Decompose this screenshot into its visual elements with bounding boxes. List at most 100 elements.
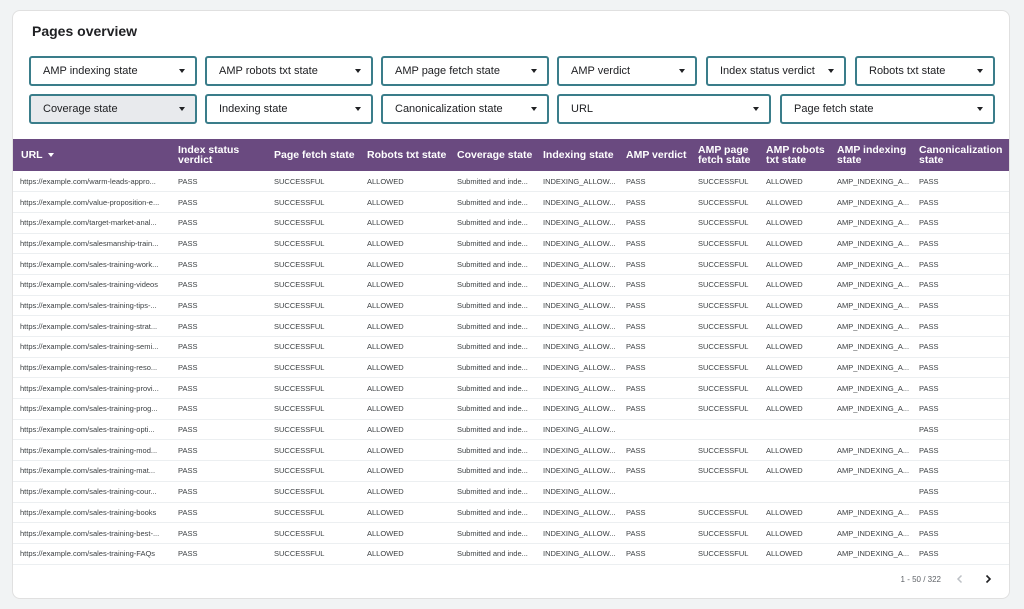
cell-index-status-verdict: PASS	[174, 439, 270, 462]
cell-amp-page-fetch-state: SUCCESSFUL	[694, 357, 762, 379]
table-row[interactable]: https://example.com/sales-training-strat…	[13, 315, 1009, 337]
cell-url[interactable]: https://example.com/sales-training-best-…	[13, 522, 174, 544]
table-row[interactable]: https://example.com/sales-training-work.…	[13, 253, 1009, 275]
filter-index-status-verdict[interactable]: Index status verdict	[706, 56, 846, 86]
cell-url[interactable]: https://example.com/sales-training-work.…	[13, 253, 174, 275]
column-header-canonicalization-state[interactable]: Canonicalization state	[915, 139, 1009, 171]
filter-amp-robots-txt-state[interactable]: AMP robots txt state	[205, 56, 373, 86]
cell-amp-verdict: PASS	[622, 274, 694, 296]
table-row[interactable]: https://example.com/value-proposition-e.…	[13, 191, 1009, 213]
filter-page-fetch-state[interactable]: Page fetch state	[780, 94, 995, 124]
filter-url[interactable]: URL	[557, 94, 771, 124]
cell-amp-page-fetch-state: SUCCESSFUL	[694, 233, 762, 255]
cell-url[interactable]: https://example.com/target-market-anal..…	[13, 212, 174, 234]
filter-canonicalization-state[interactable]: Canonicalization state	[381, 94, 549, 124]
table-row[interactable]: https://example.com/sales-training-mat..…	[13, 460, 1009, 482]
column-header-amp-robots-txt-state[interactable]: AMP robots txt state	[762, 139, 833, 171]
table-row[interactable]: https://example.com/sales-training-reso.…	[13, 357, 1009, 379]
cell-amp-page-fetch-state: SUCCESSFUL	[694, 191, 762, 213]
cell-amp-verdict: PASS	[622, 233, 694, 255]
cell-robots-txt-state: ALLOWED	[363, 295, 453, 317]
column-header-amp-verdict[interactable]: AMP verdict	[622, 139, 694, 171]
cell-amp-verdict: PASS	[622, 253, 694, 275]
cell-index-status-verdict: PASS	[174, 481, 270, 503]
cell-url[interactable]: https://example.com/sales-training-books	[13, 502, 174, 524]
cell-robots-txt-state: ALLOWED	[363, 460, 453, 482]
cell-robots-txt-state: ALLOWED	[363, 522, 453, 544]
filter-label: Page fetch state	[794, 103, 874, 115]
table-row[interactable]: https://example.com/salesmanship-train..…	[13, 233, 1009, 255]
cell-url[interactable]: https://example.com/sales-training-video…	[13, 274, 174, 296]
cell-amp-robots-txt-state: ALLOWED	[762, 543, 833, 565]
cell-amp-page-fetch-state: SUCCESSFUL	[694, 460, 762, 482]
table-row[interactable]: https://example.com/sales-training-prog.…	[13, 398, 1009, 420]
column-header-indexing-state[interactable]: Indexing state	[539, 139, 622, 171]
table-row[interactable]: https://example.com/sales-training-tips-…	[13, 295, 1009, 317]
cell-amp-robots-txt-state	[762, 481, 833, 503]
filter-amp-verdict[interactable]: AMP verdict	[557, 56, 697, 86]
table-row[interactable]: https://example.com/sales-training-opti.…	[13, 419, 1009, 441]
cell-amp-verdict: PASS	[622, 439, 694, 462]
cell-url[interactable]: https://example.com/sales-training-strat…	[13, 315, 174, 337]
cell-url[interactable]: https://example.com/sales-training-mod..…	[13, 439, 174, 462]
table-row[interactable]: https://example.com/target-market-anal..…	[13, 212, 1009, 234]
table-row[interactable]: https://example.com/sales-training-books…	[13, 502, 1009, 524]
cell-url[interactable]: https://example.com/sales-training-opti.…	[13, 419, 174, 441]
cell-index-status-verdict: PASS	[174, 336, 270, 358]
filter-coverage-state[interactable]: Coverage state	[29, 94, 197, 124]
filter-amp-page-fetch-state[interactable]: AMP page fetch state	[381, 56, 549, 86]
table-row[interactable]: https://example.com/sales-training-provi…	[13, 377, 1009, 400]
filter-label: Indexing state	[219, 103, 288, 115]
sort-desc-icon[interactable]	[47, 153, 54, 158]
pages-overview-card: Pages overview AMP indexing state AMP rob…	[12, 10, 1010, 599]
cell-url[interactable]: https://example.com/value-proposition-e.…	[13, 191, 174, 213]
cell-indexing-state: INDEXING_ALLOW...	[539, 419, 622, 441]
table-row[interactable]: https://example.com/sales-training-video…	[13, 274, 1009, 296]
column-header-label: AMP indexing state	[837, 144, 907, 166]
cell-amp-page-fetch-state: SUCCESSFUL	[694, 377, 762, 400]
column-header-url[interactable]: URL	[13, 139, 174, 171]
cell-page-fetch-state: SUCCESSFUL	[270, 233, 363, 255]
cell-url[interactable]: https://example.com/sales-training-semi.…	[13, 336, 174, 358]
cell-url[interactable]: https://example.com/sales-training-reso.…	[13, 357, 174, 379]
cell-url[interactable]: https://example.com/sales-training-FAQs	[13, 543, 174, 565]
cell-amp-page-fetch-state	[694, 419, 762, 441]
cell-amp-robots-txt-state: ALLOWED	[762, 253, 833, 275]
cell-robots-txt-state: ALLOWED	[363, 253, 453, 275]
column-header-page-fetch-state[interactable]: Page fetch state	[270, 139, 363, 171]
cell-url[interactable]: https://example.com/sales-training-cour.…	[13, 481, 174, 503]
prev-page-button[interactable]	[951, 570, 969, 588]
column-header-amp-page-fetch-state[interactable]: AMP page fetch state	[694, 139, 762, 171]
cell-canonicalization-state: PASS	[915, 439, 1009, 462]
filter-label: AMP page fetch state	[395, 65, 500, 77]
table-row[interactable]: https://example.com/sales-training-best-…	[13, 522, 1009, 544]
table-row[interactable]: https://example.com/sales-training-FAQs P…	[13, 543, 1009, 565]
cell-indexing-state: INDEXING_ALLOW...	[539, 191, 622, 213]
cell-indexing-state: INDEXING_ALLOW...	[539, 171, 622, 193]
cell-url[interactable]: https://example.com/sales-training-mat..…	[13, 460, 174, 482]
cell-robots-txt-state: ALLOWED	[363, 377, 453, 400]
cell-indexing-state: INDEXING_ALLOW...	[539, 253, 622, 275]
cell-url[interactable]: https://example.com/sales-training-provi…	[13, 377, 174, 400]
filter-amp-indexing-state[interactable]: AMP indexing state	[29, 56, 197, 86]
cell-amp-verdict: PASS	[622, 315, 694, 337]
column-header-index-status-verdict[interactable]: Index status verdict	[174, 139, 270, 171]
table-row[interactable]: https://example.com/sales-training-cour.…	[13, 481, 1009, 503]
column-header-amp-indexing-state[interactable]: AMP indexing state	[833, 139, 915, 171]
table-row[interactable]: https://example.com/warm-leads-appro... P…	[13, 171, 1009, 193]
column-header-coverage-state[interactable]: Coverage state	[453, 139, 539, 171]
cell-url[interactable]: https://example.com/sales-training-tips-…	[13, 295, 174, 317]
cell-amp-indexing-state: AMP_INDEXING_A...	[833, 171, 915, 193]
cell-url[interactable]: https://example.com/sales-training-prog.…	[13, 398, 174, 420]
table-row[interactable]: https://example.com/sales-training-mod..…	[13, 439, 1009, 462]
cell-amp-verdict: PASS	[622, 191, 694, 213]
cell-amp-robots-txt-state: ALLOWED	[762, 315, 833, 337]
cell-url[interactable]: https://example.com/salesmanship-train..…	[13, 233, 174, 255]
table-row[interactable]: https://example.com/sales-training-semi.…	[13, 336, 1009, 358]
cell-amp-verdict: PASS	[622, 295, 694, 317]
next-page-button[interactable]	[979, 570, 997, 588]
cell-url[interactable]: https://example.com/warm-leads-appro...	[13, 171, 174, 193]
filter-robots-txt-state[interactable]: Robots txt state	[855, 56, 995, 86]
column-header-robots-txt-state[interactable]: Robots txt state	[363, 139, 453, 171]
filter-indexing-state[interactable]: Indexing state	[205, 94, 373, 124]
